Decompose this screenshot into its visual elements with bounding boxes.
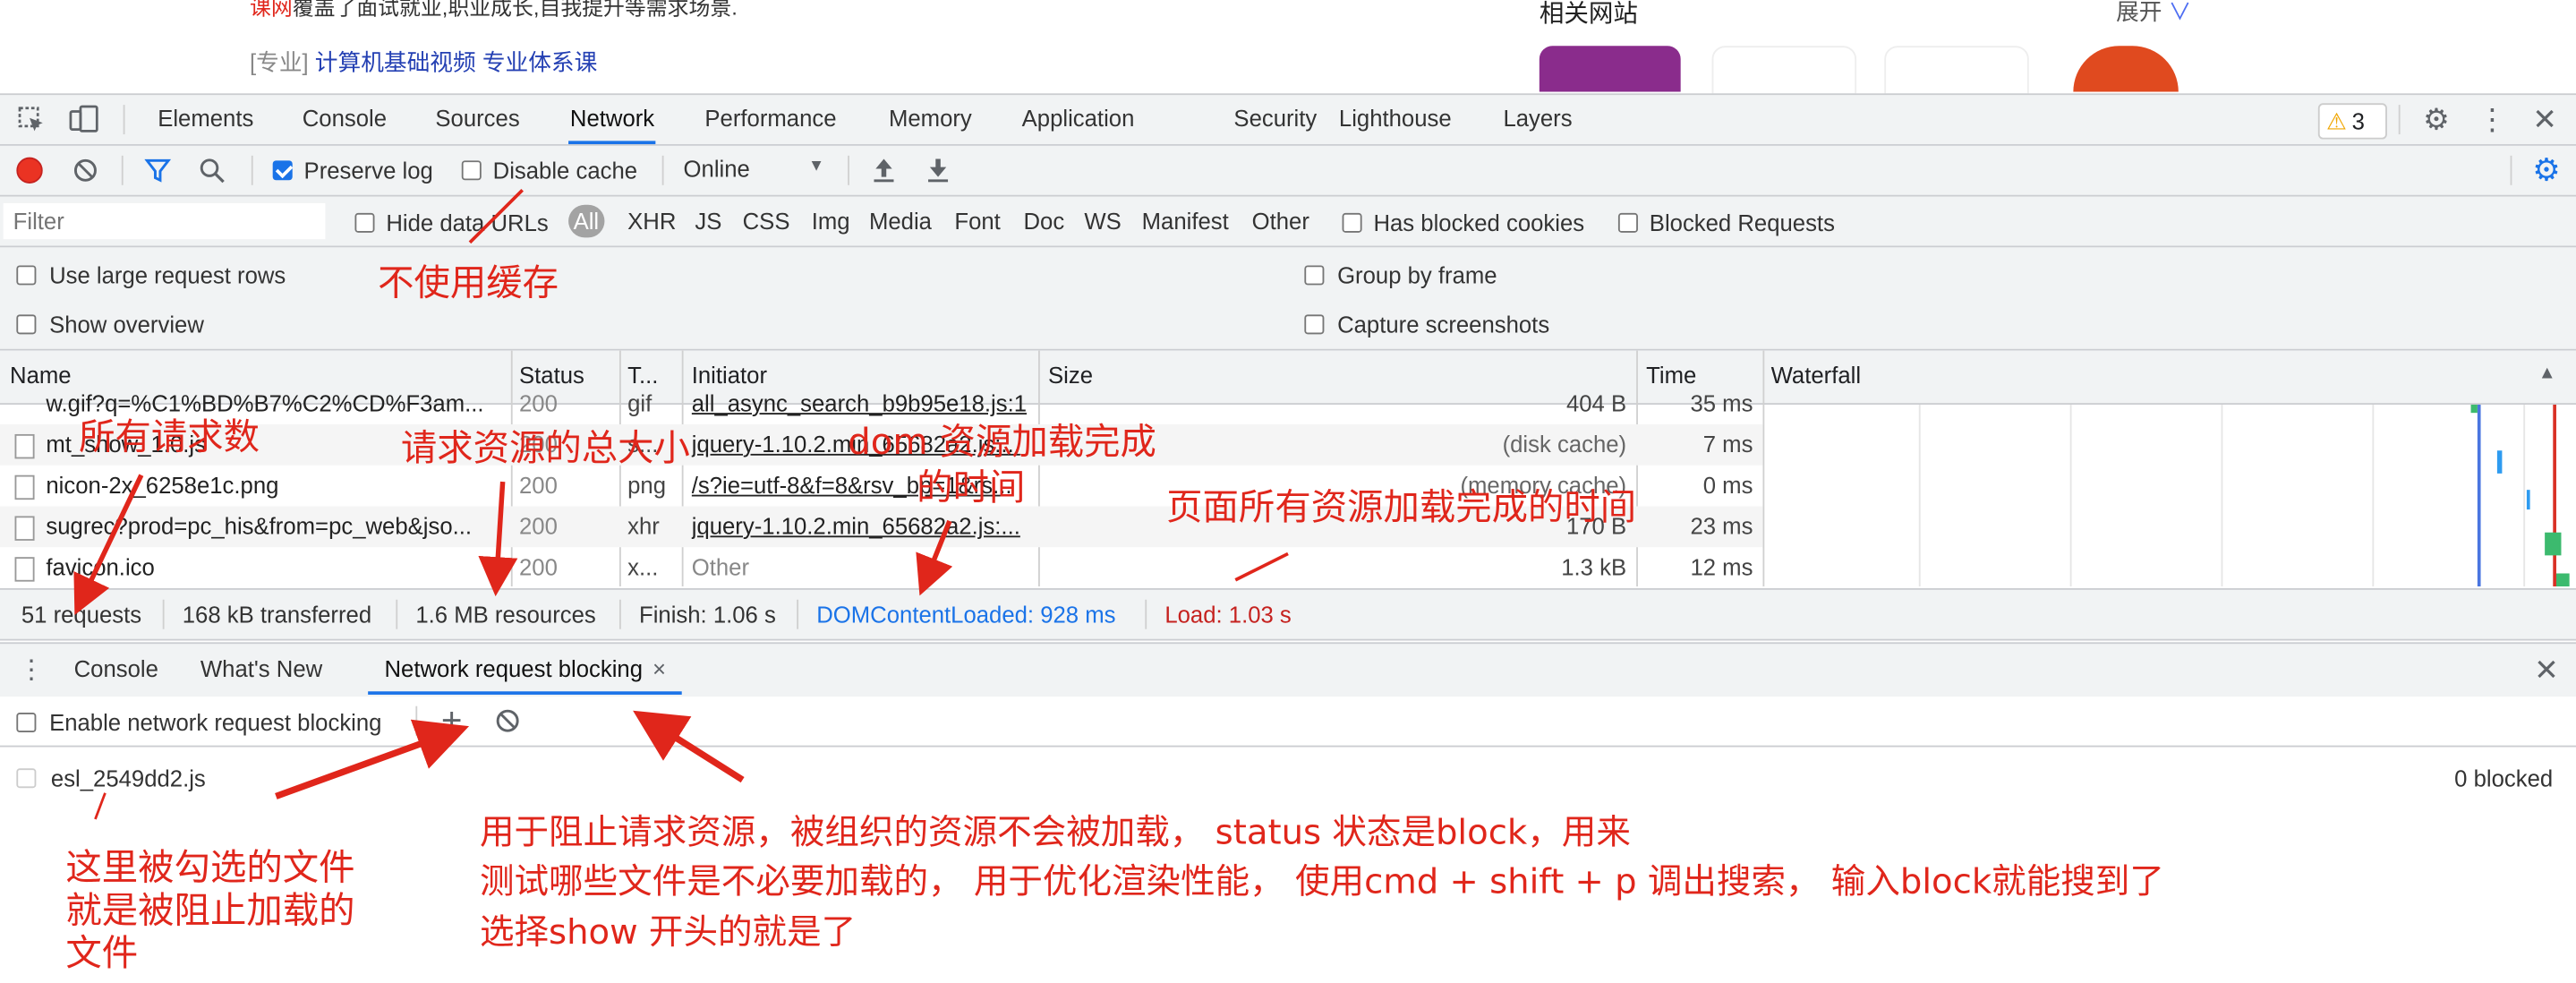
annotation-disable-cache: 不使用缓存: [378, 263, 559, 305]
annotation-checked-file-line1: 这里被勾选的文件: [65, 848, 355, 890]
arrow-dom-loaded: [916, 519, 953, 596]
annotation-blocking-line2: 测试哪些文件是不必要加载的， 用于优化渲染性能， 使用cmd + shift +…: [479, 861, 2164, 902]
annotation-checked-file-line2: 就是被阻止加载的: [65, 891, 355, 933]
arrow-request-count: [73, 474, 144, 616]
annotation-blocking-line3: 选择show 开头的就是了: [479, 912, 857, 953]
annotation-blocking-line1: 用于阻止请求资源，被组织的资源不会被加载， status 状态是block，用来: [479, 812, 1631, 852]
arrow-total-size: [478, 481, 518, 597]
annotation-load-time: 页面所有资源加载完成的时间: [1166, 488, 1637, 530]
annotation-total-size: 请求资源的总大小: [400, 429, 690, 471]
arrow-remove-all: [633, 710, 745, 783]
arrow-add-pattern: [275, 719, 470, 799]
annotation-checked-file-line3: 文件: [65, 934, 139, 975]
annotation-tick: [94, 792, 107, 820]
annotation-request-count: 所有请求数: [79, 417, 260, 459]
arrow-load-time: [1234, 551, 1289, 582]
arrow-disable-cache: [468, 188, 524, 244]
annotation-dom-loaded-line2: 的时间: [917, 468, 1026, 510]
annotation-dom-loaded-line1: dom 资源加载完成: [848, 423, 1156, 464]
